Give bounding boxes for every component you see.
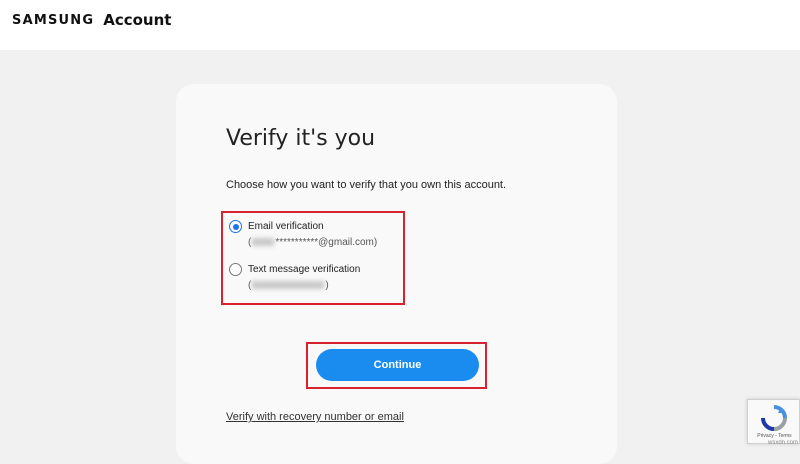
text-message-verification-label[interactable]: Text message verification (248, 264, 360, 275)
recaptcha-privacy-link[interactable]: Privacy (757, 433, 773, 439)
top-bar: SAMSUNG Account (0, 0, 800, 50)
watermark-text: wsxdn.com (768, 440, 799, 446)
text-message-verification-radio[interactable] (229, 263, 242, 276)
page-title: Verify it's you (226, 126, 376, 151)
phone-detail-suffix: ) (325, 280, 329, 291)
brand-samsung-text: SAMSUNG (12, 12, 95, 28)
phone-number-masked: () (248, 280, 329, 291)
recovery-verify-link[interactable]: Verify with recovery number or email (226, 411, 404, 423)
email-verification-radio[interactable] (229, 220, 242, 233)
email-address-masked: ( ***********@gmail.com) (248, 237, 377, 248)
samsung-account-logo[interactable]: SAMSUNG Account (12, 10, 171, 30)
phone-detail-prefix: ( (248, 280, 252, 291)
recaptcha-terms-link[interactable]: Terms (778, 433, 792, 439)
recaptcha-icon (761, 405, 787, 431)
email-detail-prefix: ( (248, 237, 252, 248)
redacted-blur (252, 238, 275, 247)
redacted-blur (252, 281, 325, 290)
email-detail-suffix: ***********@gmail.com) (275, 237, 378, 248)
email-verification-label[interactable]: Email verification (248, 221, 324, 232)
recaptcha-links: Privacy - Terms (750, 433, 799, 439)
verify-description: Choose how you want to verify that you o… (226, 179, 507, 191)
recaptcha-badge[interactable]: Privacy - Terms (747, 399, 800, 444)
brand-account-text: Account (103, 11, 172, 29)
continue-button[interactable]: Continue (316, 349, 479, 381)
verify-card: Verify it's you Choose how you want to v… (176, 84, 617, 464)
